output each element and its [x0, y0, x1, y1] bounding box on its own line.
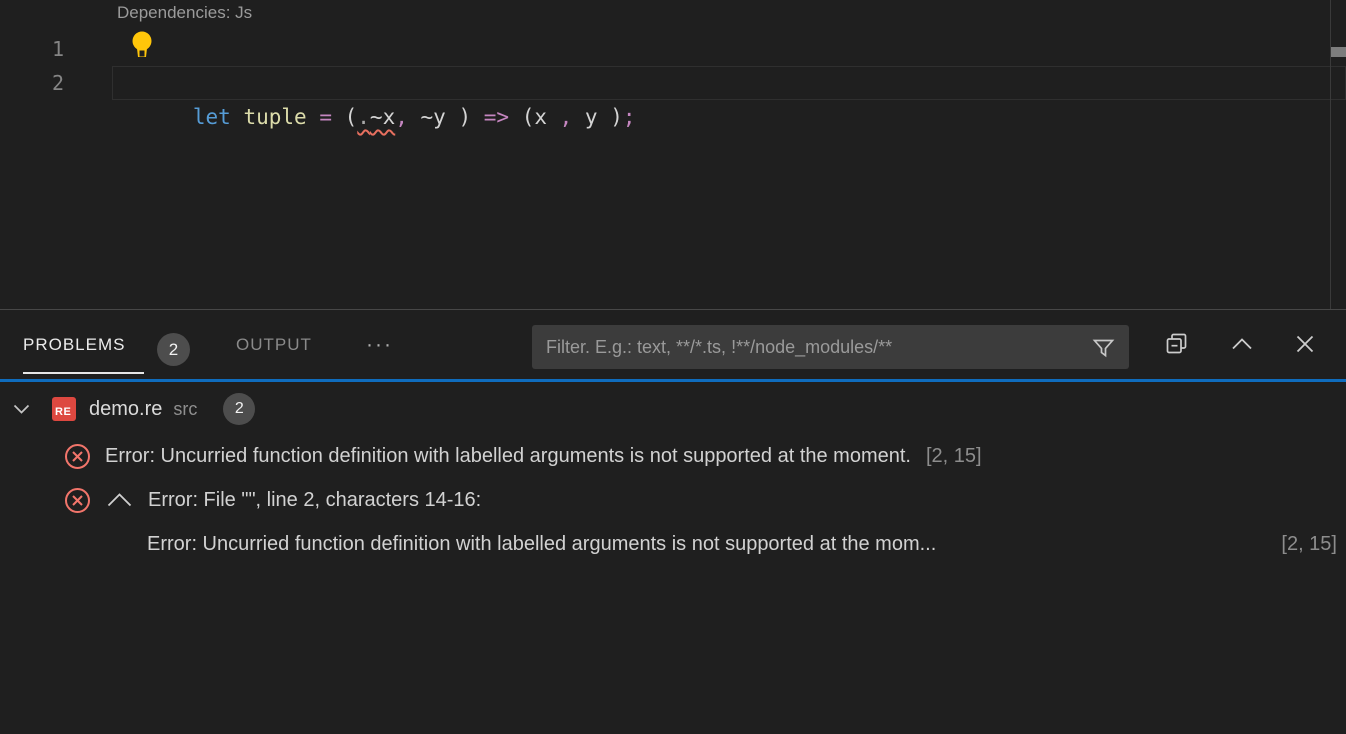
vscode-window: Dependencies: Js 1 2 let tuple = (.~x, ~… — [0, 0, 1346, 734]
problem-location: [2, 15] — [926, 445, 982, 468]
more-actions-icon[interactable]: ··· — [366, 310, 393, 379]
code-token: y ) — [572, 105, 623, 129]
active-tab-underline — [23, 372, 144, 374]
line-number-2: 2 — [38, 66, 64, 100]
panel-focus-border — [0, 379, 1346, 382]
restore-panel-icon[interactable] — [1163, 330, 1191, 358]
code-token: (x — [509, 105, 560, 129]
file-error-count-badge: 2 — [223, 393, 255, 425]
problem-row[interactable]: Error: Uncurried function definition wit… — [0, 434, 1346, 478]
code-token: = — [319, 105, 332, 129]
code-token: ; — [623, 105, 636, 129]
overview-ruler-mark — [1331, 47, 1346, 57]
code-token: => — [484, 105, 509, 129]
problem-message: Error: File "", line 2, characters 14-16… — [148, 489, 481, 512]
code-token — [471, 105, 484, 129]
error-icon — [63, 486, 92, 515]
code-token: ( — [332, 105, 357, 129]
code-token — [307, 105, 320, 129]
problem-message: Error: Uncurried function definition wit… — [105, 445, 911, 468]
filter-input[interactable] — [546, 337, 1092, 358]
code-token: . — [357, 105, 370, 129]
file-name: demo.re — [89, 398, 162, 421]
maximize-panel-icon[interactable] — [1228, 330, 1256, 358]
chevron-down-icon[interactable] — [13, 404, 30, 415]
problems-count-badge: 2 — [157, 333, 190, 366]
code-token: , — [560, 105, 573, 129]
file-directory: src — [173, 399, 197, 420]
error-icon — [63, 442, 92, 471]
problem-message: Error: Uncurried function definition wit… — [147, 533, 1267, 556]
file-group-row[interactable]: RE demo.re src 2 — [0, 388, 1346, 430]
codelens-dependencies[interactable]: Dependencies: Js — [117, 3, 252, 23]
tab-output[interactable]: OUTPUT — [236, 310, 312, 379]
problem-location: [2, 15] — [1281, 533, 1337, 556]
bottom-panel: PROBLEMS 2 OUTPUT ··· — [0, 310, 1346, 734]
tab-problems[interactable]: PROBLEMS — [23, 310, 125, 379]
lightbulb-icon[interactable] — [129, 30, 155, 64]
code-token: ~x — [370, 105, 395, 129]
reason-file-icon: RE — [52, 397, 76, 421]
code-token: tuple — [231, 105, 307, 129]
problem-related-row[interactable]: Error: Uncurried function definition wit… — [0, 522, 1346, 566]
error-squiggle: .~x — [357, 105, 395, 129]
filter-icon[interactable] — [1092, 336, 1115, 359]
panel-header: PROBLEMS 2 OUTPUT ··· — [0, 310, 1346, 379]
close-panel-icon[interactable] — [1291, 330, 1319, 358]
code-line-2[interactable]: let tuple = (.~x, ~y ) => (x , y ); — [117, 66, 636, 100]
code-token: , — [395, 105, 408, 129]
code-token: ~y ) — [408, 105, 471, 129]
chevron-up-icon[interactable] — [107, 493, 132, 507]
code-editor[interactable]: Dependencies: Js 1 2 let tuple = (.~x, ~… — [0, 0, 1346, 309]
problems-filter — [532, 325, 1129, 369]
line-number-1: 1 — [38, 33, 64, 66]
code-token: let — [193, 105, 231, 129]
problem-row[interactable]: Error: File "", line 2, characters 14-16… — [0, 478, 1346, 522]
